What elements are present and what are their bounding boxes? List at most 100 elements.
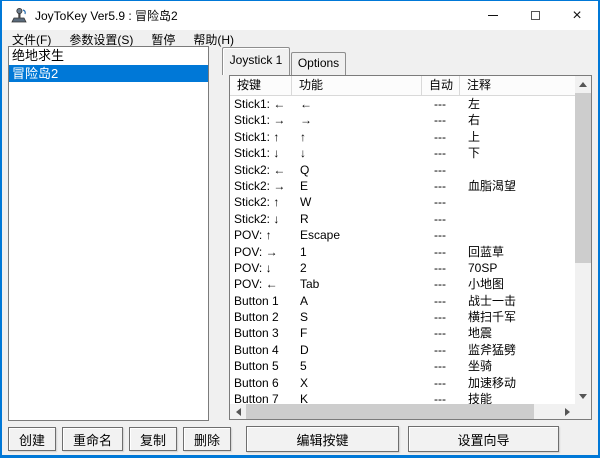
table-row[interactable]: Stick2: ↓ R --- xyxy=(230,211,575,227)
function-cell: 2 xyxy=(292,260,422,276)
scroll-left-button[interactable] xyxy=(230,404,246,419)
maximize-icon xyxy=(531,11,540,20)
edit-key-button[interactable]: 编辑按键 xyxy=(246,426,399,452)
key-cell: Button 7 xyxy=(230,391,292,404)
comment-cell: 左 xyxy=(460,96,575,112)
scroll-right-button[interactable] xyxy=(559,404,575,419)
auto-cell: --- xyxy=(422,325,460,341)
table-row[interactable]: Stick1: ↓ ↓ --- 下 xyxy=(230,145,575,161)
table-row[interactable]: POV: ↓ 2 --- 70SP xyxy=(230,260,575,276)
function-cell: X xyxy=(292,375,422,391)
scrollbar-corner xyxy=(575,404,591,419)
comment-cell: 横扫千军 xyxy=(460,309,575,325)
comment-cell xyxy=(460,211,575,227)
auto-cell: --- xyxy=(422,129,460,145)
tab-joystick-1[interactable]: Joystick 1 xyxy=(222,47,290,75)
function-cell: R xyxy=(292,211,422,227)
table-row[interactable]: Button 5 5 --- 坐骑 xyxy=(230,358,575,374)
table-row[interactable]: Button 6 X --- 加速移动 xyxy=(230,375,575,391)
profile-list[interactable]: 绝地求生 冒险岛2 xyxy=(8,46,209,421)
joystick-app-icon xyxy=(11,7,28,24)
horizontal-scrollbar-thumb[interactable] xyxy=(246,404,534,419)
scroll-down-button[interactable] xyxy=(575,388,591,404)
table-row[interactable]: POV: ← Tab --- 小地图 xyxy=(230,276,575,292)
comment-cell xyxy=(460,162,575,178)
window-controls: × xyxy=(472,1,598,30)
key-cell: Stick2: ← xyxy=(230,162,292,178)
function-cell: Escape xyxy=(292,227,422,243)
key-cell: POV: ← xyxy=(230,276,292,292)
setup-wizard-button[interactable]: 设置向导 xyxy=(408,426,559,452)
app-window: JoyToKey Ver5.9 : 冒险岛2 × 文件(F) 参数设置(S) 暂… xyxy=(0,0,600,458)
column-header-function[interactable]: 功能 xyxy=(292,76,422,95)
vertical-scrollbar-thumb[interactable] xyxy=(575,93,591,263)
profile-maplestory2[interactable]: 冒险岛2 xyxy=(9,65,208,83)
key-cell: Button 4 xyxy=(230,342,292,358)
delete-button[interactable]: 删除 xyxy=(183,427,231,451)
table-row[interactable]: Button 4 D --- 监斧猛劈 xyxy=(230,342,575,358)
window-title: JoyToKey Ver5.9 : 冒险岛2 xyxy=(35,7,178,24)
comment-cell: 70SP xyxy=(460,260,575,276)
comment-cell xyxy=(460,194,575,210)
column-header-comment[interactable]: 注释 xyxy=(460,76,575,95)
comment-cell xyxy=(460,227,575,243)
table-row[interactable]: Button 1 A --- 战士一击 xyxy=(230,293,575,309)
comment-cell: 回蓝草 xyxy=(460,244,575,260)
function-cell: ← xyxy=(292,96,422,112)
auto-cell: --- xyxy=(422,162,460,178)
table-row[interactable]: Button 2 S --- 横扫千军 xyxy=(230,309,575,325)
comment-cell: 血脂渴望 xyxy=(460,178,575,194)
table-row[interactable]: Stick2: → E --- 血脂渴望 xyxy=(230,178,575,194)
table-header: 按键 功能 自动 注释 xyxy=(230,76,575,96)
arrow-left-icon xyxy=(236,408,241,416)
table-row[interactable]: Stick1: ↑ ↑ --- 上 xyxy=(230,129,575,145)
column-header-auto[interactable]: 自动 xyxy=(422,76,460,95)
function-cell: → xyxy=(292,112,422,128)
auto-cell: --- xyxy=(422,276,460,292)
profile-pubg[interactable]: 绝地求生 xyxy=(9,47,208,65)
comment-cell: 上 xyxy=(460,129,575,145)
key-cell: Stick1: ↑ xyxy=(230,129,292,145)
create-button[interactable]: 创建 xyxy=(8,427,56,451)
key-cell: Stick2: → xyxy=(230,178,292,194)
auto-cell: --- xyxy=(422,293,460,309)
horizontal-scrollbar[interactable] xyxy=(230,404,575,419)
function-cell: A xyxy=(292,293,422,309)
table-row[interactable]: Stick1: → → --- 右 xyxy=(230,112,575,128)
key-cell: Stick2: ↑ xyxy=(230,194,292,210)
minimize-button[interactable] xyxy=(472,1,514,30)
table-row[interactable]: Stick2: ↑ W --- xyxy=(230,194,575,210)
auto-cell: --- xyxy=(422,391,460,404)
maximize-button[interactable] xyxy=(514,1,556,30)
comment-cell: 坐骑 xyxy=(460,358,575,374)
function-cell: Tab xyxy=(292,276,422,292)
table-row[interactable]: POV: → 1 --- 回蓝草 xyxy=(230,244,575,260)
scroll-up-button[interactable] xyxy=(575,76,591,92)
auto-cell: --- xyxy=(422,375,460,391)
vertical-scrollbar[interactable] xyxy=(575,76,591,404)
close-button[interactable]: × xyxy=(556,1,598,30)
key-cell: Button 6 xyxy=(230,375,292,391)
comment-cell: 战士一击 xyxy=(460,293,575,309)
copy-button[interactable]: 复制 xyxy=(129,427,177,451)
key-cell: POV: ↑ xyxy=(230,227,292,243)
table-row[interactable]: Stick2: ← Q --- xyxy=(230,162,575,178)
table-row[interactable]: POV: ↑ Escape --- xyxy=(230,227,575,243)
auto-cell: --- xyxy=(422,342,460,358)
table-row[interactable]: Button 3 F --- 地震 xyxy=(230,325,575,341)
key-cell: Button 3 xyxy=(230,325,292,341)
column-header-key[interactable]: 按键 xyxy=(230,76,292,95)
key-cell: Button 2 xyxy=(230,309,292,325)
function-cell: 1 xyxy=(292,244,422,260)
rename-button[interactable]: 重命名 xyxy=(62,427,123,451)
tab-options[interactable]: Options xyxy=(291,52,346,75)
function-cell: 5 xyxy=(292,358,422,374)
titlebar: JoyToKey Ver5.9 : 冒险岛2 × xyxy=(2,1,598,30)
comment-cell: 加速移动 xyxy=(460,375,575,391)
auto-cell: --- xyxy=(422,260,460,276)
table-row[interactable]: Button 7 K --- 技能 xyxy=(230,391,575,404)
function-cell: S xyxy=(292,309,422,325)
table-row[interactable]: Stick1: ← ← --- 左 xyxy=(230,96,575,112)
profile-buttons: 创建 重命名 复制 删除 xyxy=(8,427,231,451)
arrow-right-icon xyxy=(565,408,570,416)
